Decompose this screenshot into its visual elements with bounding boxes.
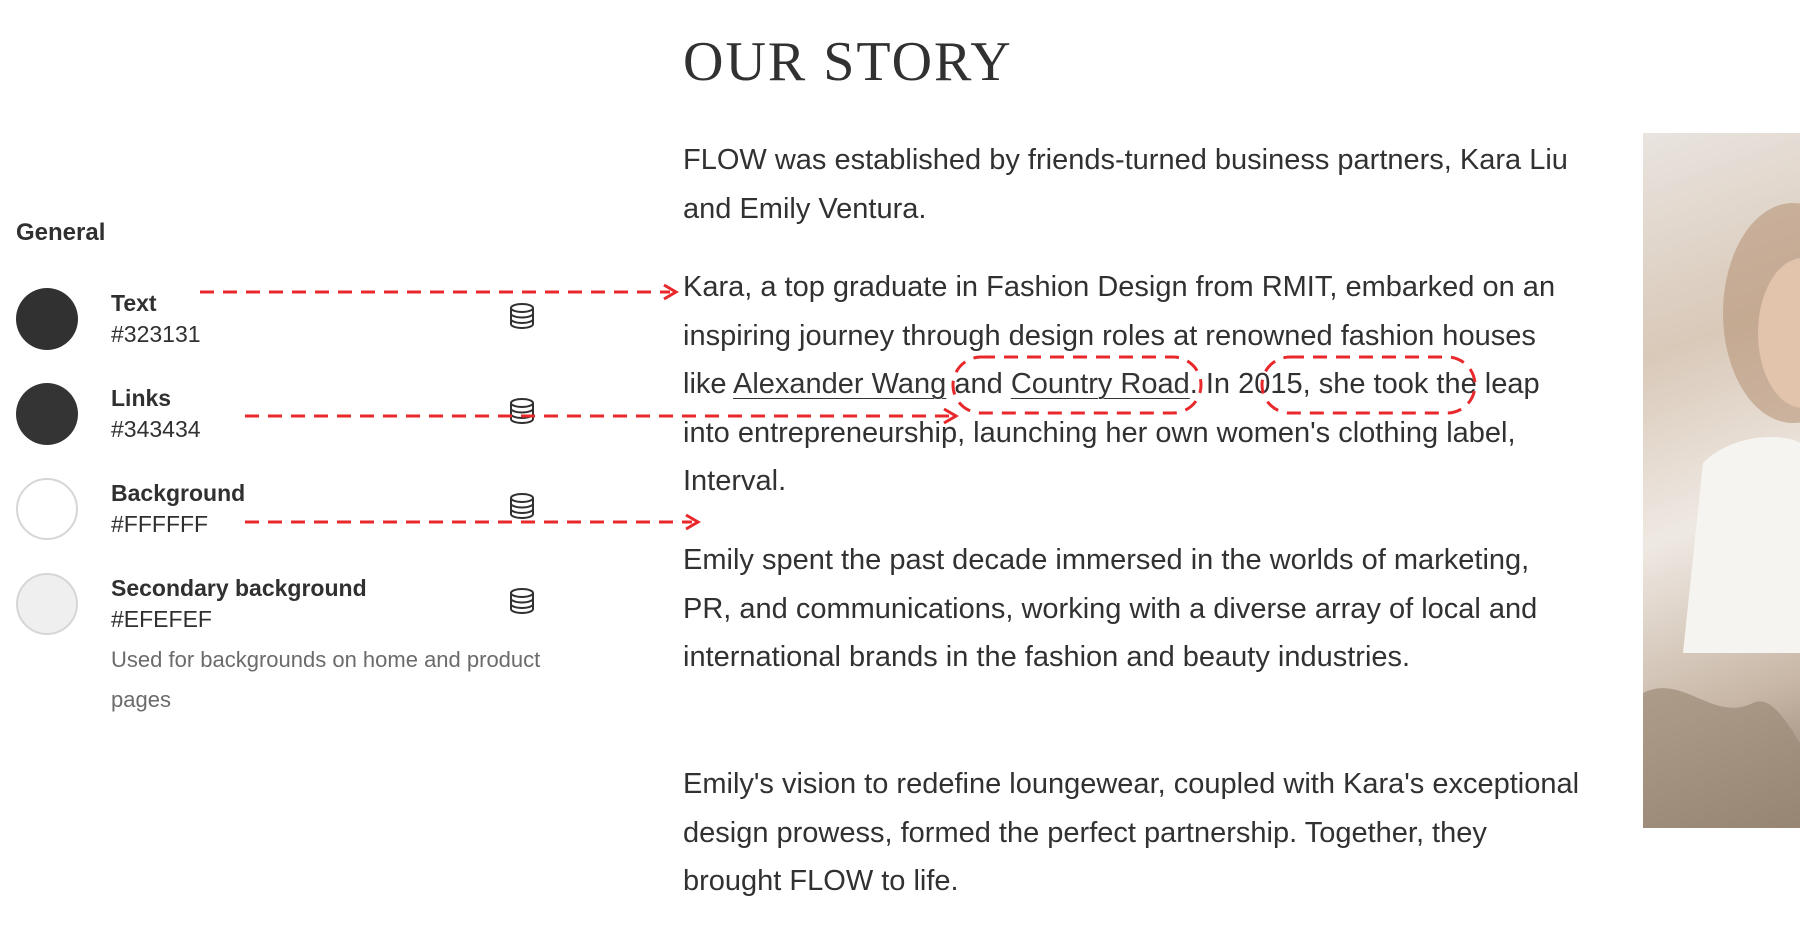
link-alexander-wang[interactable]: Alexander Wang bbox=[733, 368, 946, 400]
secondary-background-color-value: #EFEFEF bbox=[111, 606, 212, 632]
links-color-value: #343434 bbox=[111, 416, 201, 442]
section-title: General bbox=[16, 219, 106, 246]
color-setting-text[interactable]: Text #323131 bbox=[0, 285, 568, 369]
founder-photo-illustration bbox=[1643, 203, 1800, 828]
paragraph-text: and bbox=[946, 368, 1011, 400]
page-title: OUR STORY bbox=[683, 31, 1013, 93]
founder-photo bbox=[1643, 133, 1800, 828]
links-color-label: Links bbox=[111, 385, 172, 411]
story-paragraph-1: FLOW was established by friends-turned b… bbox=[683, 144, 1568, 225]
storefront-preview: OUR STORY FLOW was established by friend… bbox=[568, 0, 1800, 930]
database-icon[interactable] bbox=[507, 301, 537, 331]
color-setting-links[interactable]: Links #343434 bbox=[0, 380, 568, 464]
text-color-value: #323131 bbox=[111, 321, 201, 347]
story-paragraph-4: Emily's vision to redefine loungewear, c… bbox=[683, 768, 1580, 897]
background-color-label: Background bbox=[111, 480, 246, 506]
theme-settings-panel: General Text #323131 Links #343434 Backg… bbox=[0, 0, 569, 930]
database-icon[interactable] bbox=[507, 586, 537, 616]
link-country-road[interactable]: Country Road bbox=[1011, 368, 1190, 400]
secondary-background-help-text: Used for backgrounds on home and product… bbox=[111, 647, 541, 712]
links-color-swatch[interactable] bbox=[16, 383, 78, 445]
text-color-swatch[interactable] bbox=[16, 288, 78, 350]
background-color-value: #FFFFFF bbox=[111, 511, 209, 537]
secondary-background-color-swatch[interactable] bbox=[16, 573, 78, 635]
color-setting-background[interactable]: Background #FFFFFF bbox=[0, 475, 568, 559]
story-paragraph-2: Kara, a top graduate in Fashion Design f… bbox=[683, 263, 1583, 506]
database-icon[interactable] bbox=[507, 396, 537, 426]
background-color-swatch[interactable] bbox=[16, 478, 78, 540]
story-paragraph-3: Emily spent the past decade immersed in … bbox=[683, 544, 1538, 673]
text-color-label: Text bbox=[111, 290, 157, 316]
secondary-background-color-label: Secondary background bbox=[111, 575, 367, 601]
database-icon[interactable] bbox=[507, 491, 537, 521]
